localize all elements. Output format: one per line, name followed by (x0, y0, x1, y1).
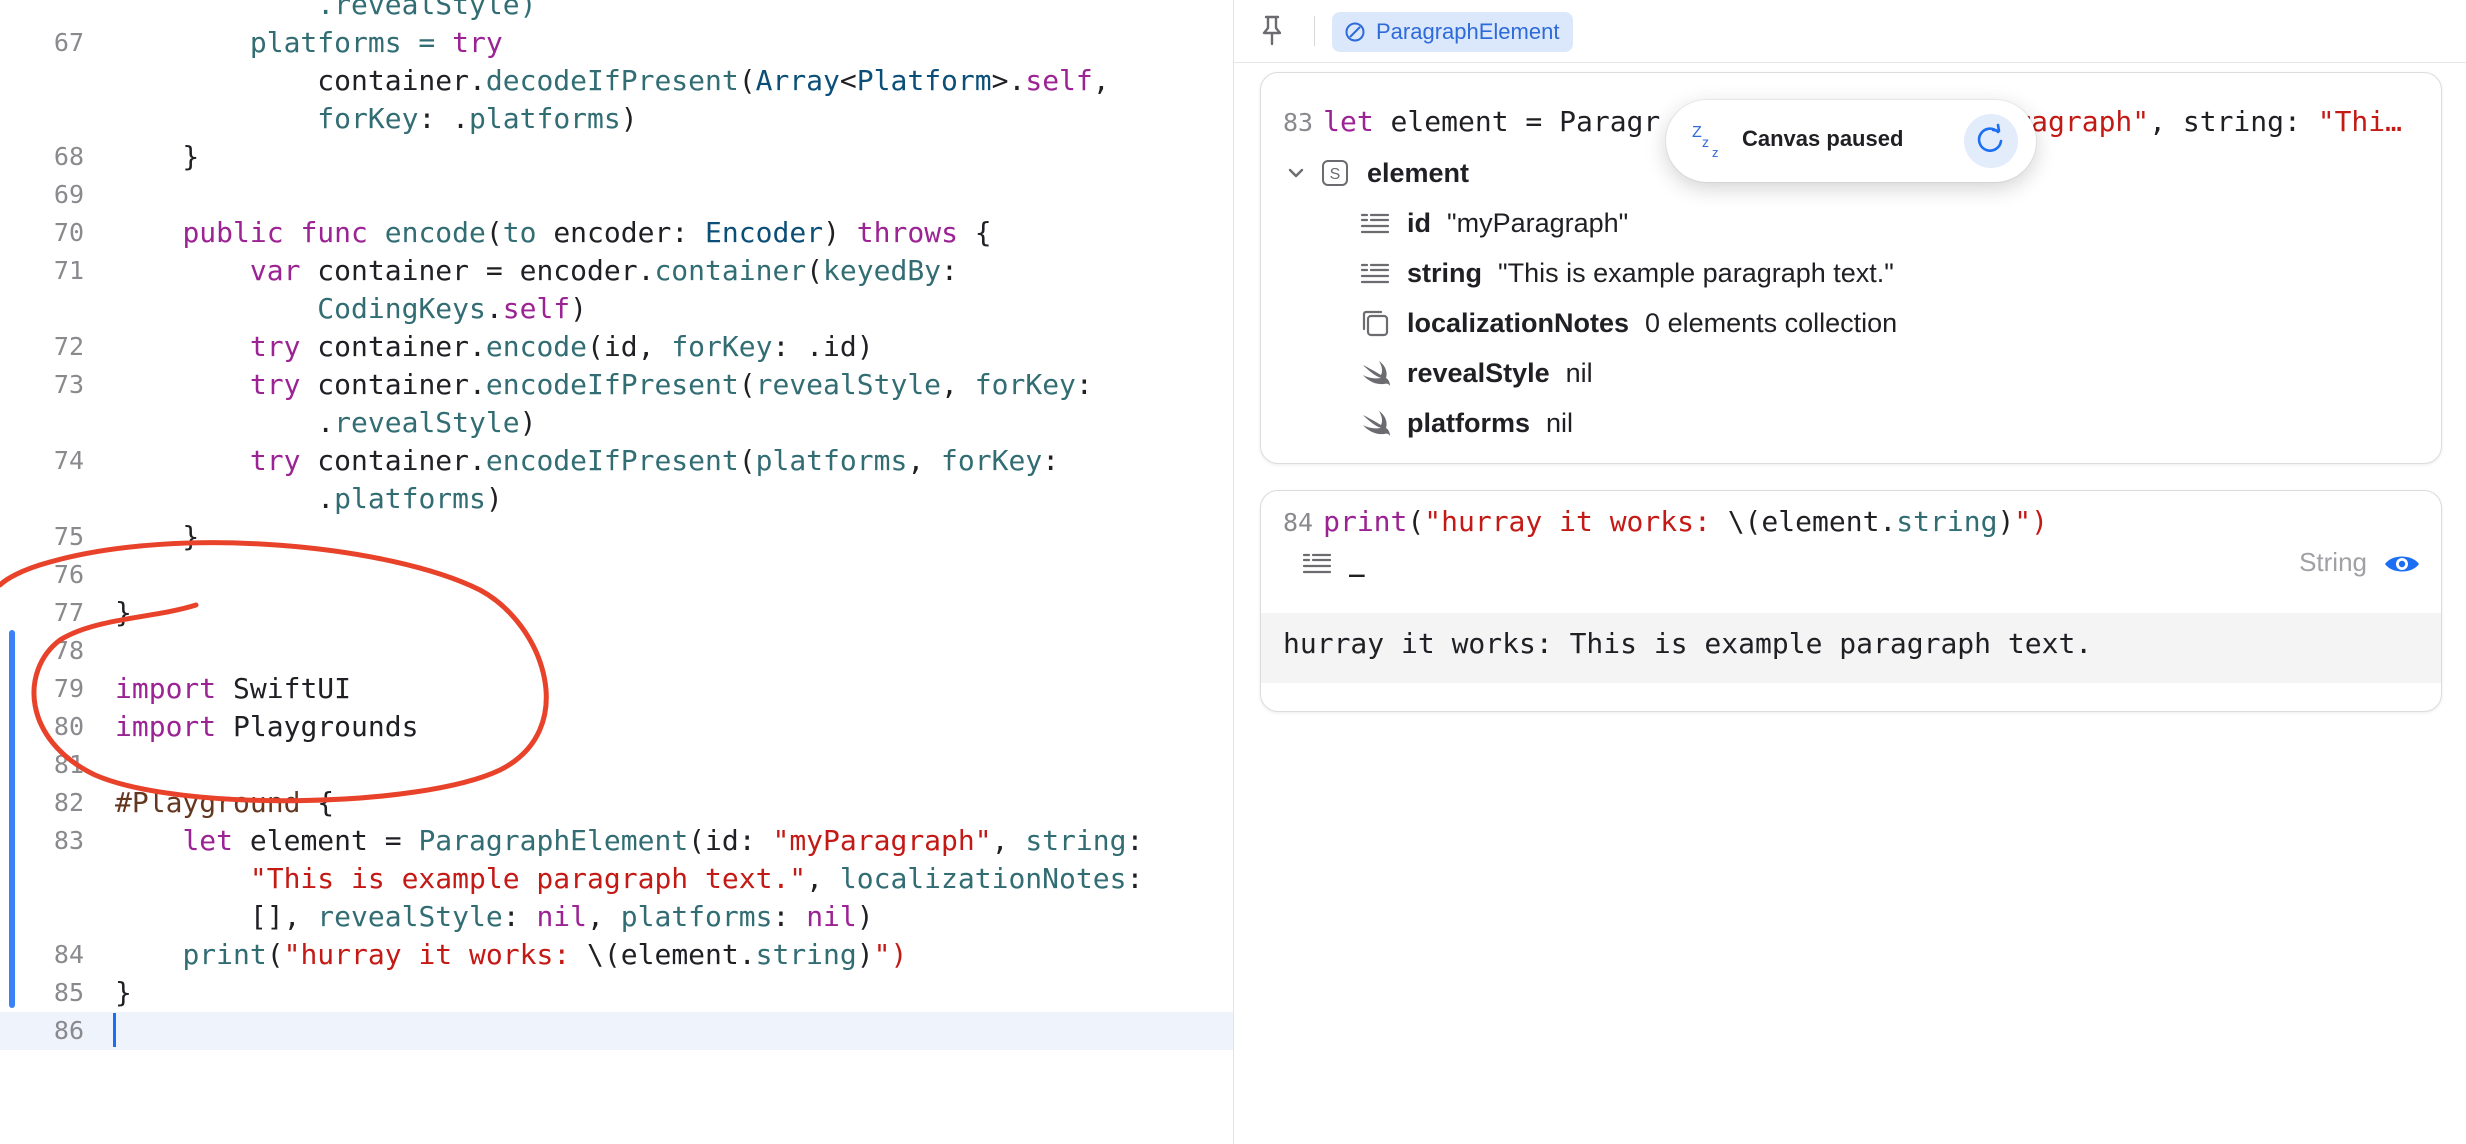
root-name: element (1367, 157, 1470, 188)
resume-button[interactable] (1964, 114, 2018, 168)
toolbar-separator (1314, 16, 1315, 46)
code-token: "Thi… (2317, 105, 2403, 138)
code-token: , string: (2149, 105, 2318, 138)
property-value: "myParagraph" (1447, 207, 1629, 238)
no-symbol-icon (1345, 22, 1365, 42)
pin-icon[interactable] (1254, 12, 1290, 48)
element-tree-root[interactable]: S element (1283, 153, 1485, 193)
property-row[interactable]: platforms nil (1359, 403, 1573, 443)
code-token: element = Paragr (1373, 105, 1661, 138)
collection-icon (1362, 310, 1389, 337)
property-row[interactable]: revealStyle nil (1359, 353, 1593, 393)
text-quote-icon (1360, 263, 1390, 284)
chevron-down-icon[interactable] (1283, 160, 1309, 186)
value-row: _ (1301, 543, 1365, 583)
paragraph-element-tab[interactable]: ParagraphElement (1332, 12, 1574, 52)
value-placeholder: _ (1349, 548, 1365, 578)
code-editor[interactable]: .revealStyle) 67 platforms = try containe… (0, 0, 1233, 1144)
output-text: hurray it works: This is example paragra… (1283, 627, 2093, 660)
property-name: platforms (1407, 407, 1531, 438)
eye-icon[interactable] (2383, 551, 2421, 577)
type-label: String (2299, 547, 2367, 577)
svg-text:S: S (1330, 166, 1341, 183)
code-token: string (1896, 505, 1998, 538)
console-output: hurray it works: This is example paragra… (1261, 613, 2441, 683)
refresh-icon (1977, 123, 2003, 152)
property-value: 0 elements collection (1645, 307, 1898, 338)
paused-label: Canvas paused (1742, 126, 1904, 151)
property-row[interactable]: string "This is example paragraph text." (1359, 253, 1894, 293)
annotation-circle (0, 540, 549, 804)
code-token: ") (2014, 505, 2049, 538)
card-line-number: 83 (1283, 108, 1314, 137)
sleep-zzz-icon: Z z z (1692, 124, 1719, 160)
text-quote-icon (1302, 553, 1332, 574)
property-row[interactable]: localizationNotes 0 elements collection (1359, 303, 1897, 343)
code-token: ( (1407, 505, 1425, 538)
swift-icon (1363, 361, 1390, 386)
property-value: "This is example paragraph text." (1498, 257, 1894, 288)
svg-text:z: z (1702, 134, 1709, 150)
code-token: \(element. (1727, 505, 1897, 538)
property-row[interactable]: id "myParagraph" (1359, 203, 1628, 243)
property-name: string (1407, 257, 1483, 288)
code-token: ) (1997, 505, 2015, 538)
property-value: nil (1565, 357, 1593, 388)
card-line-number: 84 (1283, 508, 1314, 537)
svg-text:z: z (1712, 145, 1719, 160)
code-token: "hurray it works: (1424, 505, 1728, 538)
svg-text:Z: Z (1692, 124, 1702, 141)
property-name: localizationNotes (1407, 307, 1630, 338)
card-code-line: 84 print("hurray it works: \(element.stri… (1283, 503, 2048, 542)
swift-icon (1363, 411, 1390, 436)
property-name: id (1407, 207, 1431, 238)
code-token: let (1323, 105, 1374, 138)
canvas-paused-popover: Z z z Canvas paused (1666, 100, 2036, 182)
result-card-line-84[interactable]: 84 print("hurray it works: \(element.stri… (1260, 490, 2442, 712)
struct-icon: S (1322, 160, 1348, 186)
text-quote-icon (1360, 213, 1390, 234)
tab-label: ParagraphElement (1376, 19, 1560, 44)
property-name: revealStyle (1407, 357, 1550, 388)
code-token: print (1323, 505, 1408, 538)
property-value: nil (1546, 407, 1574, 438)
canvas-toolbar: ParagraphElement (1234, 0, 2466, 63)
